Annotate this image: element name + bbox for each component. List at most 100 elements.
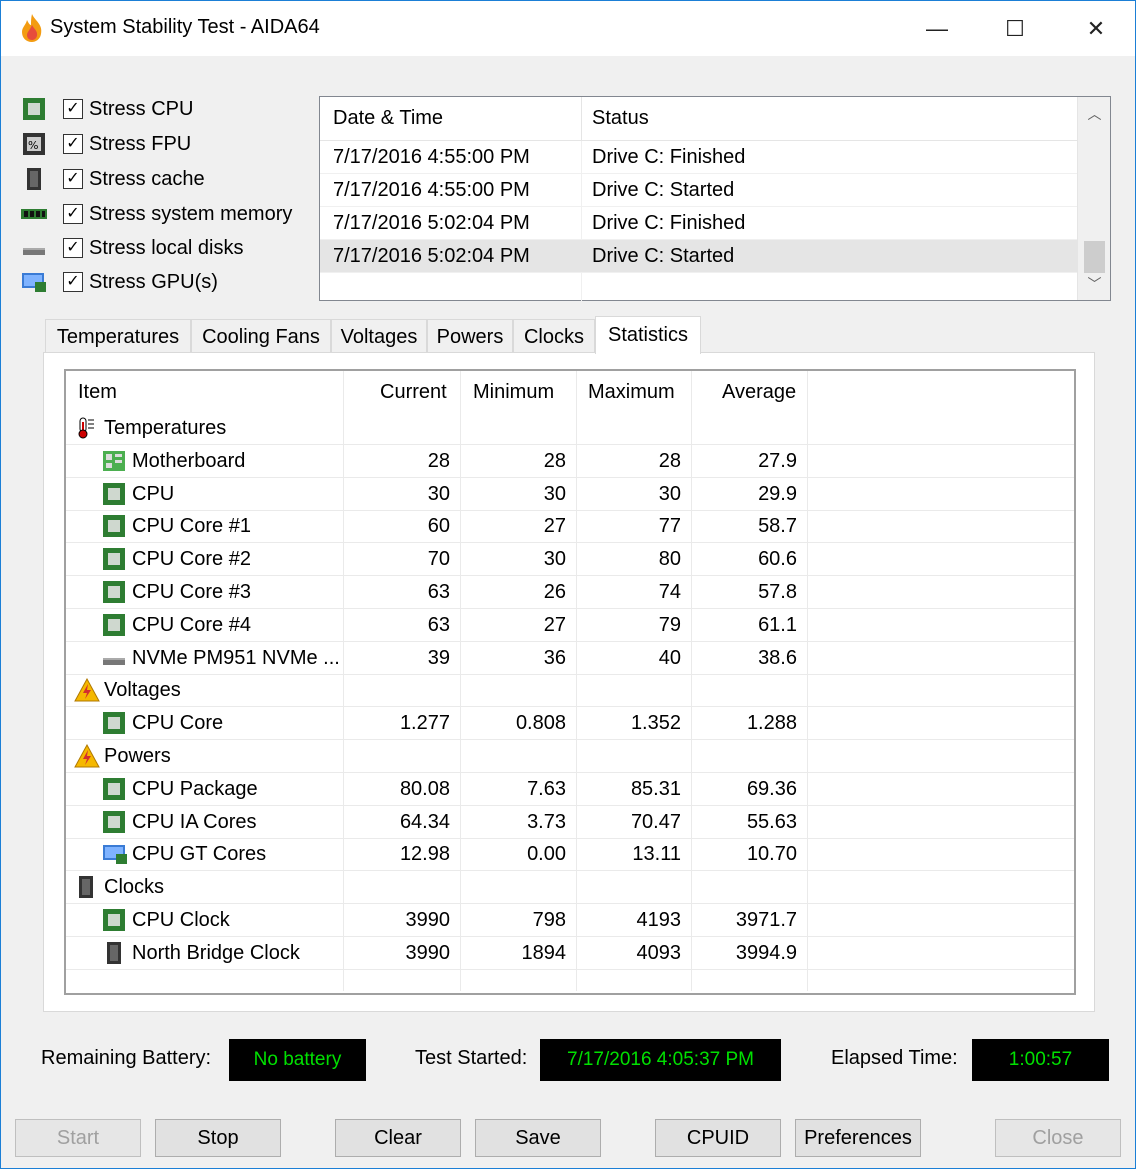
group-row[interactable]: Temperatures [66, 412, 1074, 445]
tab-temperatures[interactable]: Temperatures [45, 319, 191, 355]
minimum-value: 28 [543, 449, 566, 472]
cpuid-button[interactable]: CPUID [655, 1119, 781, 1157]
warning-voltage-icon [74, 678, 100, 702]
table-row[interactable]: CPU Core 1.277 0.808 1.352 1.288 [66, 707, 1074, 741]
save-button[interactable]: Save [475, 1119, 601, 1157]
memory-module-icon [21, 201, 47, 227]
minimum-value: 7.63 [527, 777, 566, 800]
average-value: 60.6 [758, 548, 797, 571]
scroll-down-arrow-icon[interactable]: ﹀ [1078, 267, 1111, 300]
log-row[interactable]: 7/17/2016 5:02:04 PM Drive C: Finished [320, 207, 1078, 240]
average-value: 29.9 [758, 482, 797, 505]
close-button[interactable]: Close [995, 1119, 1121, 1157]
log-row-selected[interactable]: 7/17/2016 5:02:04 PM Drive C: Started [320, 240, 1078, 273]
minimum-value: 3.73 [527, 810, 566, 833]
average-value: 27.9 [758, 449, 797, 472]
item-label: CPU Core [132, 712, 224, 735]
item-label: CPU Core #3 [132, 581, 251, 603]
table-row[interactable]: CPU 30 30 30 29.9 [66, 478, 1074, 511]
current-value: 64.34 [399, 810, 450, 833]
column-header-status[interactable]: Status [592, 107, 649, 130]
stress-cpu-checkbox[interactable]: ✓ [63, 99, 83, 119]
stress-disks-label: Stress local disks [89, 236, 244, 259]
current-value: 3990 [405, 909, 451, 931]
minimize-button[interactable]: — [897, 1, 977, 56]
stop-button[interactable]: Stop [155, 1119, 281, 1157]
statistics-table[interactable]: Item Current Minimum Maximum Average Tem… [64, 369, 1076, 995]
stress-gpu-label: Stress GPU(s) [89, 270, 218, 293]
column-header-maximum[interactable]: Maximum [588, 381, 675, 404]
stress-cache-checkbox[interactable]: ✓ [63, 169, 83, 189]
stress-fpu-option[interactable]: % ✓ Stress FPU [21, 129, 191, 159]
tab-powers[interactable]: Powers [427, 319, 513, 355]
table-row[interactable]: NVMe PM951 NVMe ... 39 36 40 38.6 [66, 642, 1074, 675]
tab-statistics[interactable]: Statistics [595, 316, 701, 354]
column-header-datetime[interactable]: Date & Time [333, 107, 443, 130]
stress-cpu-label: Stress CPU [89, 97, 194, 120]
average-value: 57.8 [758, 581, 797, 603]
stress-disks-option[interactable]: ✓ Stress local disks [21, 233, 244, 263]
stress-cpu-option[interactable]: ✓ Stress CPU [21, 94, 193, 124]
group-row[interactable]: Powers [66, 740, 1074, 773]
log-vertical-scrollbar[interactable]: ︿ ﹀ [1077, 97, 1110, 300]
log-status: Drive C: Started [592, 179, 735, 201]
stress-cache-option[interactable]: ✓ Stress cache [21, 164, 205, 194]
table-row[interactable]: CPU Core #4 63 27 79 61.1 [66, 609, 1074, 642]
elapsed-time-label: Elapsed Time: [831, 1047, 958, 1069]
table-row[interactable]: CPU Clock 3990 798 4193 3971.7 [66, 904, 1074, 937]
minimum-value: 798 [532, 909, 566, 931]
minimum-value: 1894 [521, 941, 567, 964]
log-row[interactable]: 7/17/2016 4:55:00 PM Drive C: Finished [320, 141, 1078, 174]
test-started-value: 7/17/2016 4:05:37 PM [540, 1039, 781, 1081]
stress-memory-label: Stress system memory [89, 202, 293, 225]
stress-gpu-checkbox[interactable]: ✓ [63, 272, 83, 292]
table-row[interactable]: CPU Core #2 70 30 80 60.6 [66, 543, 1074, 577]
scroll-up-arrow-icon[interactable]: ︿ [1078, 97, 1111, 130]
table-row[interactable]: CPU Core #3 63 26 74 57.8 [66, 576, 1074, 609]
clear-button[interactable]: Clear [335, 1119, 461, 1157]
group-row[interactable]: Clocks [66, 871, 1074, 905]
tab-clocks[interactable]: Clocks [513, 319, 595, 355]
stress-disks-checkbox[interactable]: ✓ [63, 238, 83, 258]
log-datetime: 7/17/2016 5:02:04 PM [333, 245, 530, 267]
table-row[interactable]: CPU IA Cores 64.34 3.73 70.47 55.63 [66, 806, 1074, 839]
stress-memory-checkbox[interactable]: ✓ [63, 204, 83, 224]
cpu-chip-icon [102, 908, 126, 932]
maximize-button[interactable]: ☐ [975, 1, 1055, 56]
column-header-average[interactable]: Average [722, 381, 796, 404]
table-row[interactable]: CPU Package 80.08 7.63 85.31 69.36 [66, 773, 1074, 806]
log-row[interactable]: 7/17/2016 4:55:00 PM Drive C: Started [320, 174, 1078, 207]
table-row[interactable]: CPU GT Cores 12.98 0.00 13.11 10.70 [66, 838, 1074, 872]
maximum-value: 13.11 [632, 843, 681, 866]
column-header-minimum[interactable]: Minimum [473, 381, 554, 404]
column-header-item[interactable]: Item [78, 381, 117, 404]
stress-gpu-option[interactable]: ✓ Stress GPU(s) [21, 267, 218, 297]
stress-fpu-checkbox[interactable]: ✓ [63, 134, 83, 154]
battery-value: No battery [229, 1039, 366, 1081]
item-label: CPU Clock [132, 909, 230, 931]
table-row[interactable]: Motherboard 28 28 28 27.9 [66, 445, 1074, 478]
current-value: 39 [427, 646, 450, 669]
close-window-button[interactable]: ✕ [1056, 1, 1136, 56]
fpu-chip-icon: % [21, 131, 47, 157]
stress-memory-option[interactable]: ✓ Stress system memory [21, 199, 292, 229]
start-button[interactable]: Start [15, 1119, 141, 1157]
item-label: CPU Package [132, 777, 258, 800]
cache-chip-icon [21, 166, 47, 192]
tab-cooling-fans[interactable]: Cooling Fans [191, 319, 331, 355]
event-log-list[interactable]: Date & Time Status 7/17/2016 4:55:00 PM … [319, 96, 1111, 301]
average-value: 69.36 [746, 777, 797, 800]
current-value: 12.98 [399, 843, 450, 866]
average-value: 3994.9 [735, 941, 797, 964]
tab-voltages[interactable]: Voltages [331, 319, 427, 355]
elapsed-time-value: 1:00:57 [972, 1039, 1109, 1081]
group-row[interactable]: Voltages [66, 674, 1074, 708]
group-label: Temperatures [104, 417, 227, 439]
log-datetime: 7/17/2016 4:55:00 PM [333, 146, 530, 168]
gpu-monitor-icon [102, 842, 127, 866]
table-row[interactable]: CPU Core #1 60 27 77 58.7 [66, 510, 1074, 544]
table-row[interactable]: North Bridge Clock 3990 1894 4093 3994.9 [66, 937, 1074, 970]
average-value: 58.7 [758, 515, 797, 538]
preferences-button[interactable]: Preferences [795, 1119, 921, 1157]
column-header-current[interactable]: Current [380, 381, 447, 404]
